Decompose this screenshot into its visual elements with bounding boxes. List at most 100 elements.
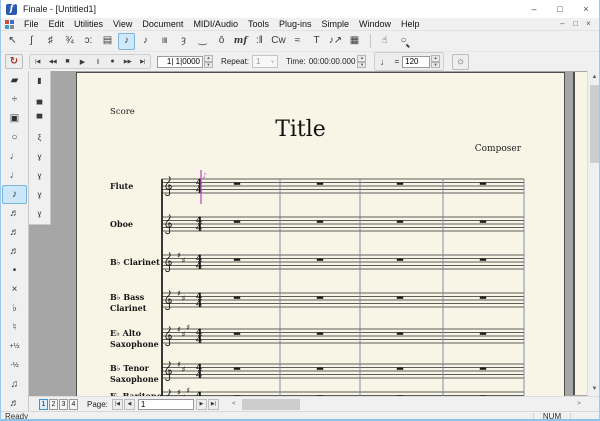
previous-page-button[interactable]: ◀ xyxy=(123,398,135,410)
tool-measure-tool[interactable]: ▤ xyxy=(99,33,116,50)
vertical-scroll-thumb[interactable] xyxy=(590,85,599,163)
palette-half-step-down[interactable]: -½ xyxy=(1,356,28,375)
fast-forward-button[interactable]: ▶▶ xyxy=(120,55,135,68)
stop-button[interactable]: ■ xyxy=(60,55,75,68)
tool-repeat-tool[interactable]: :‖ xyxy=(251,33,268,50)
forward-to-end-button[interactable]: ▶| xyxy=(135,55,150,68)
repeat-dropdown[interactable]: 1 ∨ xyxy=(252,55,279,68)
close-button[interactable]: × xyxy=(573,0,599,18)
menu-midiaudio[interactable]: MIDI/Audio xyxy=(188,18,243,30)
tool-hand-grabber-tool[interactable]: ☝ xyxy=(376,33,393,50)
measure-counter-field[interactable] xyxy=(157,55,203,68)
last-page-button[interactable]: ▶| xyxy=(207,398,219,410)
palette-eighth-note[interactable]: ♪ xyxy=(2,185,27,204)
playback-options-button[interactable]: ☼ xyxy=(452,53,470,70)
first-page-button[interactable]: |◀ xyxy=(111,398,123,410)
palette-thirty-second-note[interactable]: ♬ xyxy=(1,223,28,242)
page-number-field[interactable] xyxy=(137,398,194,410)
palette-sixty-fourth-rest[interactable]: ɣ xyxy=(29,204,50,223)
score-page-1[interactable]: Score Title Composer Flute Oboe B♭ Clarine… xyxy=(76,72,565,396)
palette-half-step-up[interactable]: +½ xyxy=(1,337,28,356)
palette-quarter-rest[interactable]: ξ xyxy=(29,128,50,147)
palette-augmentation-dot[interactable]: • xyxy=(1,261,28,280)
palette-quarter-note[interactable]: ♩ xyxy=(1,166,28,185)
menu-document[interactable]: Document xyxy=(137,18,188,30)
child-minimize-button[interactable]: – xyxy=(556,18,569,30)
tool-resize-tool[interactable]: ♪↗ xyxy=(327,33,344,50)
palette-double-whole-note[interactable]: ▣ xyxy=(1,109,28,128)
tool-zoom-tool[interactable]: ○ xyxy=(395,33,412,50)
tool-hyperscribe-tool[interactable]: ǀǁǀ xyxy=(156,33,173,50)
palette-half-note[interactable]: ♩ xyxy=(1,147,28,166)
palette-whole-note[interactable]: ○ xyxy=(1,128,28,147)
scroll-right-arrow-icon[interactable]: > xyxy=(573,397,585,411)
tempo-field[interactable] xyxy=(402,55,431,68)
tool-key-signature-tool[interactable]: ♯ xyxy=(42,33,59,50)
play-button[interactable]: ▶ xyxy=(75,55,90,68)
tempo-spinner[interactable]: ▲ ▼ xyxy=(431,55,441,68)
palette-flat[interactable]: ♭ xyxy=(1,299,28,318)
palette-double-sharp[interactable]: × xyxy=(1,280,28,299)
quarter-note-icon[interactable]: ♩ xyxy=(380,57,389,67)
tool-tuplet-tool[interactable]: ȝ xyxy=(175,33,192,50)
tool-lyrics-tool[interactable]: ≈ xyxy=(289,33,306,50)
palette-sixteenth-rest[interactable]: ɣ xyxy=(29,166,50,185)
child-restore-button[interactable]: □ xyxy=(569,18,582,30)
score-system[interactable]: 4444♯♯44♯♯44♯♯♯44♯♯44♯♯♯44♪ xyxy=(77,73,564,396)
counter-spinner[interactable]: ▲ ▼ xyxy=(204,55,213,68)
palette-sixty-fourth-note[interactable]: ♬ xyxy=(1,242,28,261)
tool-articulation-tool[interactable]: ō xyxy=(213,33,230,50)
time-spinner[interactable]: ▲ ▼ xyxy=(357,55,367,68)
pause-button[interactable]: || xyxy=(90,55,105,68)
tool-time-signature-tool[interactable]: ¾ xyxy=(61,33,78,50)
playback-settings-button[interactable]: ↻ xyxy=(5,54,23,69)
document-icon[interactable] xyxy=(5,19,14,29)
palette-insert-caret-tool[interactable]: ÷ xyxy=(1,90,28,109)
menu-simple[interactable]: Simple xyxy=(317,18,355,30)
vertical-scrollbar[interactable]: ▲ ▼ xyxy=(587,71,599,396)
menu-view[interactable]: View xyxy=(108,18,137,30)
view-button-2[interactable]: 2 xyxy=(49,398,58,410)
next-page-button[interactable]: ▶ xyxy=(195,398,207,410)
scroll-up-arrow-icon[interactable]: ▲ xyxy=(588,71,599,84)
tool-chord-tool[interactable]: Cw xyxy=(270,33,287,50)
palette-thirty-second-rest[interactable]: ɣ xyxy=(29,185,50,204)
horizontal-scroll-track[interactable] xyxy=(239,397,573,411)
palette-eighth-rest[interactable]: ɣ xyxy=(29,147,50,166)
rewind-button[interactable]: ◀◀ xyxy=(45,55,60,68)
tool-simple-entry-tool[interactable]: ♪ xyxy=(118,32,135,50)
tool-page-layout-tool[interactable]: ▦ xyxy=(346,33,363,50)
minimize-button[interactable]: – xyxy=(521,0,547,18)
menu-help[interactable]: Help xyxy=(396,18,425,30)
palette-whole-rest[interactable]: ▄ xyxy=(29,90,50,109)
scroll-down-arrow-icon[interactable]: ▼ xyxy=(588,383,599,396)
palette-half-rest[interactable]: ▀ xyxy=(29,109,50,128)
tool-selection-tool[interactable]: ↖ xyxy=(4,33,21,50)
palette-natural[interactable]: ♮ xyxy=(1,318,28,337)
child-close-button[interactable]: × xyxy=(582,18,595,30)
palette-double-whole-rest[interactable]: ▮ xyxy=(29,71,50,90)
horizontal-scrollbar[interactable]: < > xyxy=(227,397,585,411)
tool-clef-tool[interactable]: ɔ: xyxy=(80,33,97,50)
menu-plugins[interactable]: Plug-ins xyxy=(274,18,317,30)
horizontal-scroll-thumb[interactable] xyxy=(241,398,300,410)
menu-window[interactable]: Window xyxy=(354,18,396,30)
menu-file[interactable]: File xyxy=(19,18,44,30)
tool-staff-tool[interactable]: ʃ xyxy=(23,33,40,50)
view-button-1[interactable]: 1 xyxy=(39,398,48,410)
palette-sixteenth-note[interactable]: ♬ xyxy=(1,204,28,223)
scroll-left-arrow-icon[interactable]: < xyxy=(227,397,240,411)
tool-speedy-entry-tool[interactable]: ♪ xyxy=(137,33,154,50)
menu-utilities[interactable]: Utilities xyxy=(69,18,108,30)
palette-eraser-tool[interactable]: ▰ xyxy=(1,71,28,90)
rewind-to-start-button[interactable]: |◀ xyxy=(30,55,45,68)
palette-tie[interactable]: ♫ xyxy=(1,375,28,394)
palette-grace-note[interactable]: ♬ xyxy=(1,394,28,413)
record-button[interactable]: ● xyxy=(105,55,120,68)
maximize-button[interactable]: □ xyxy=(547,0,573,18)
menu-edit[interactable]: Edit xyxy=(44,18,70,30)
view-button-4[interactable]: 4 xyxy=(69,398,78,410)
tool-expression-tool[interactable]: mf xyxy=(232,33,249,50)
view-button-3[interactable]: 3 xyxy=(59,398,68,410)
tool-smart-shape-tool[interactable]: ‿ xyxy=(194,33,211,50)
